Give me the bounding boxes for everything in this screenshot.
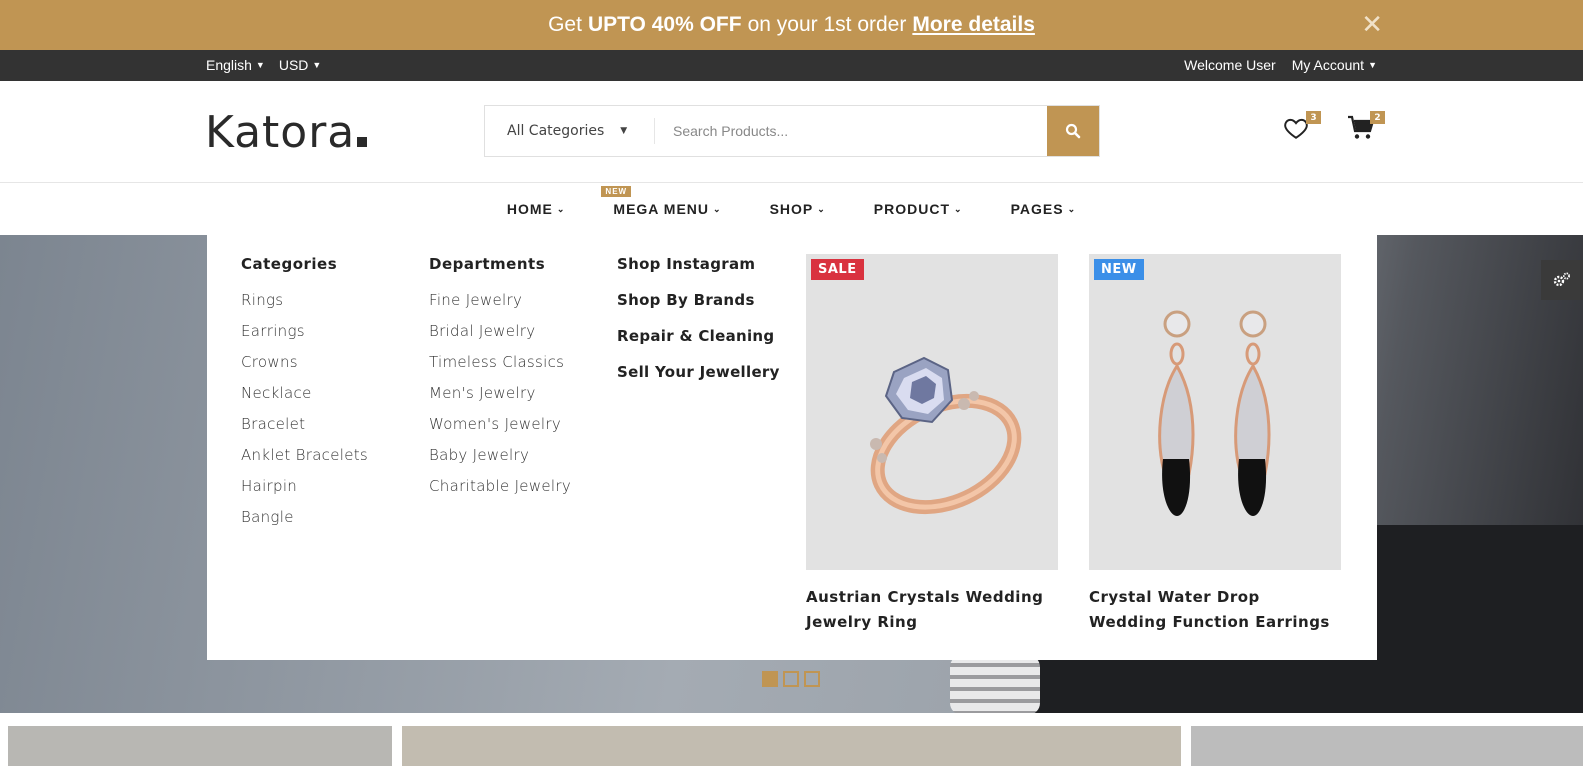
welcome-text: Welcome User (1184, 57, 1276, 73)
categories-column: Categories Rings Earrings Crowns Necklac… (241, 255, 368, 539)
department-link[interactable]: Fine Jewelry (429, 291, 571, 309)
new-badge: NEW (1094, 259, 1144, 280)
nav-item-mega-menu[interactable]: NEW MEGA MENU ⌄ (601, 183, 722, 235)
department-link[interactable]: Baby Jewelry (429, 446, 571, 464)
search-icon (1065, 123, 1081, 139)
slider-dot[interactable] (762, 671, 778, 687)
category-select[interactable]: All Categories ▼ (485, 118, 655, 144)
nav-label: MEGA MENU (613, 201, 710, 217)
search-bar: All Categories ▼ (484, 105, 1100, 157)
sell-your-jewellery-link[interactable]: Sell Your Jewellery (617, 363, 780, 381)
chevron-down-icon: ⌄ (556, 204, 566, 214)
wishlist-button[interactable]: 3 (1283, 111, 1321, 145)
earrings-image (1158, 310, 1271, 516)
currency-dropdown[interactable]: USD ▼ (279, 57, 321, 73)
nav-label: HOME (506, 201, 553, 217)
currency-label: USD (278, 57, 309, 73)
shop-by-brands-link[interactable]: Shop By Brands (617, 291, 780, 309)
product-card: SALE Austrian Crystals Wedding Jewelry R… (806, 254, 1058, 635)
logo-dot (357, 137, 368, 147)
logo[interactable]: Katora (205, 107, 368, 158)
site-header: Katora All Categories ▼ 3 2 (0, 81, 1583, 183)
product-title[interactable]: Crystal Water Drop Wedding Function Earr… (1089, 585, 1341, 635)
repair-cleaning-link[interactable]: Repair & Cleaning (617, 327, 780, 345)
promo-text-bold: UPTO 40% OFF (587, 13, 742, 36)
category-link[interactable]: Necklace (241, 384, 368, 402)
chevron-down-icon: ▼ (255, 60, 265, 70)
settings-gear-button[interactable] (1541, 260, 1583, 300)
cart-button[interactable]: 2 (1347, 111, 1385, 145)
slider-pagination (762, 671, 820, 687)
department-link[interactable]: Men's Jewelry (429, 384, 571, 402)
ring-image (870, 356, 1022, 515)
search-button[interactable] (1047, 106, 1099, 156)
chevron-down-icon: ⌄ (713, 204, 722, 214)
department-link[interactable]: Bridal Jewelry (429, 322, 571, 340)
banner-tile[interactable] (402, 726, 1181, 766)
chevron-down-icon: ⌄ (954, 204, 963, 214)
chevron-down-icon: ▼ (620, 126, 628, 136)
nav-item-shop[interactable]: SHOP ⌄ (770, 183, 826, 235)
chevron-down-icon: ▼ (312, 60, 322, 70)
column-heading: Departments (429, 255, 546, 273)
my-account-dropdown[interactable]: My Account ▼ (1292, 57, 1377, 73)
mega-menu-dropdown: Categories Rings Earrings Crowns Necklac… (207, 235, 1377, 660)
nav-label: PAGES (1010, 201, 1064, 217)
category-link[interactable]: Crowns (241, 353, 368, 371)
hero-rings-image (950, 655, 1040, 713)
wishlist-count-badge: 3 (1306, 111, 1321, 124)
promo-more-details-link[interactable]: More details (912, 13, 1035, 37)
language-dropdown[interactable]: English ▼ (206, 57, 265, 73)
banner-tile[interactable] (1191, 726, 1583, 766)
category-link[interactable]: Rings (241, 291, 368, 309)
slider-dot[interactable] (804, 671, 820, 687)
slider-dot[interactable] (783, 671, 799, 687)
nav-item-product[interactable]: PRODUCT ⌄ (874, 183, 963, 235)
nav-item-home[interactable]: HOME ⌄ (507, 183, 566, 235)
nav-label: SHOP (769, 201, 814, 217)
product-image[interactable]: SALE (806, 254, 1058, 570)
language-label: English (206, 57, 252, 73)
category-select-label: All Categories (507, 123, 605, 139)
category-link[interactable]: Bangle (241, 508, 368, 526)
department-link[interactable]: Charitable Jewelry (429, 477, 571, 495)
banner-tile[interactable] (8, 726, 392, 766)
column-heading: Categories (241, 255, 338, 273)
product-card: NEW Crystal Water Drop Wedding Function … (1089, 254, 1341, 635)
gear-icon (1553, 272, 1570, 287)
shop-links-column: Shop Instagram Shop By Brands Repair & C… (617, 255, 780, 399)
chevron-down-icon: ⌄ (817, 204, 826, 214)
cart-count-badge: 2 (1370, 111, 1385, 124)
category-link[interactable]: Earrings (241, 322, 368, 340)
nav-label: PRODUCT (873, 201, 951, 217)
sale-badge: SALE (811, 259, 864, 280)
product-image[interactable]: NEW (1089, 254, 1341, 570)
chevron-down-icon: ⌄ (1067, 204, 1077, 214)
category-link[interactable]: Bracelet (241, 415, 368, 433)
utility-bar: English ▼ USD ▼ Welcome User My Account ▼ (0, 50, 1583, 81)
departments-column: Departments Fine Jewelry Bridal Jewelry … (429, 255, 571, 508)
department-link[interactable]: Women's Jewelry (429, 415, 571, 433)
search-input[interactable] (655, 106, 1047, 156)
promo-bar: Get UPTO 40% OFF on your 1st order More … (0, 0, 1583, 50)
category-link[interactable]: Hairpin (241, 477, 368, 495)
new-badge: NEW (601, 186, 632, 197)
promo-text-post: on your 1st order (747, 13, 907, 36)
close-icon[interactable]: ✕ (1361, 10, 1383, 40)
nav-item-pages[interactable]: PAGES ⌄ (1011, 183, 1077, 235)
promo-text-pre: Get (548, 13, 582, 36)
product-title[interactable]: Austrian Crystals Wedding Jewelry Ring (806, 585, 1058, 635)
logo-text: Katora (205, 107, 356, 158)
my-account-label: My Account (1291, 57, 1365, 73)
shop-instagram-link[interactable]: Shop Instagram (617, 255, 780, 273)
department-link[interactable]: Timeless Classics (429, 353, 571, 371)
main-nav: HOME ⌄ NEW MEGA MENU ⌄ SHOP ⌄ PRODUCT ⌄ PAGES… (0, 183, 1583, 235)
chevron-down-icon: ▼ (1368, 60, 1377, 70)
category-link[interactable]: Anklet Bracelets (241, 446, 368, 464)
